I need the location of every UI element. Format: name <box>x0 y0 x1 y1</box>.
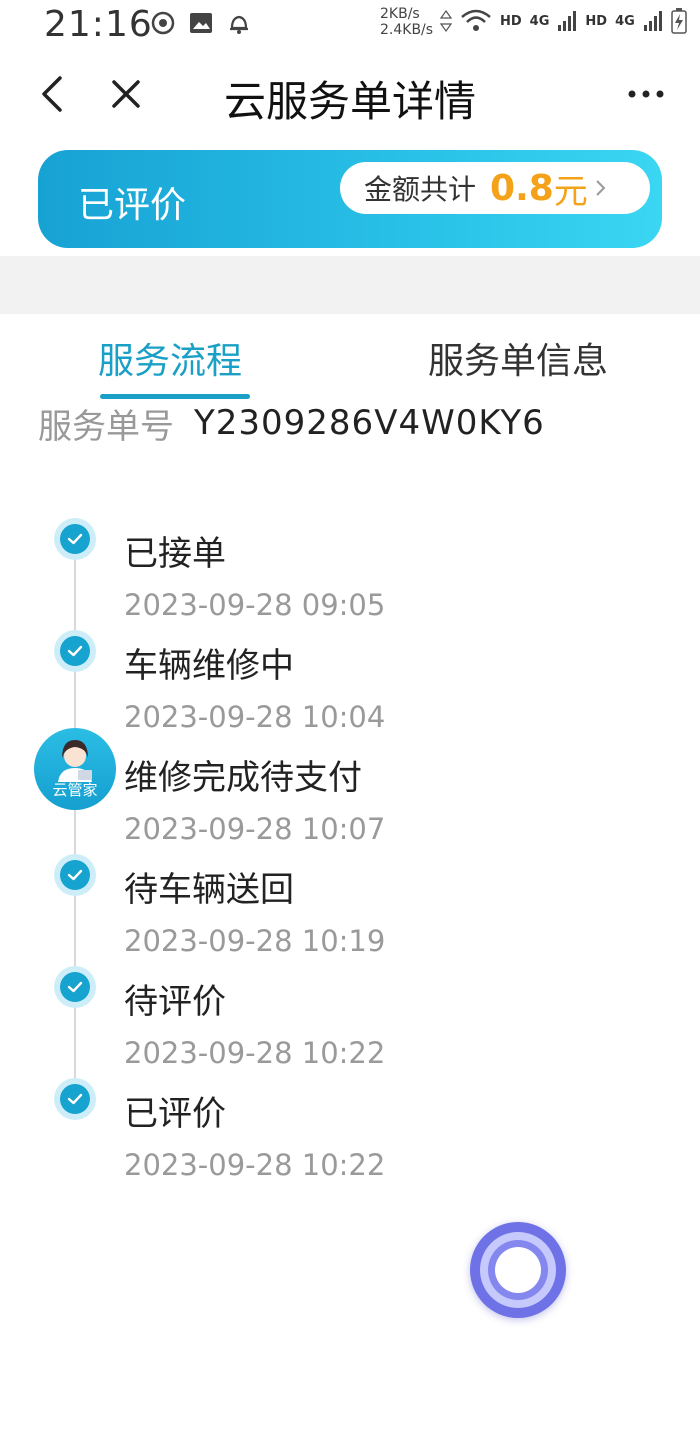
timeline-title: 待评价 <box>124 982 226 1022</box>
section-divider <box>0 256 700 314</box>
tab-bar: 服务流程 服务单信息 <box>0 322 700 402</box>
assistant-avatar: 云管家 <box>34 728 116 810</box>
page-title: 云服务单详情 <box>223 77 476 126</box>
wifi-icon <box>461 9 491 31</box>
nav-bar: 云服务单详情 <box>0 60 700 130</box>
timeline-time: 2023-09-28 10:22 <box>124 1036 386 1070</box>
status-card: 已评价 金额共计 0.8 元 <box>38 150 662 248</box>
image-icon <box>190 13 212 33</box>
status-right: HD 4G HD 4G <box>440 8 687 34</box>
timeline-title: 已评价 <box>124 1094 226 1134</box>
timeline-time: 2023-09-28 10:22 <box>124 1148 386 1182</box>
timeline-item: 待车辆送回 2023-09-28 10:19 <box>0 844 700 958</box>
amount-label: 金额共计 <box>364 173 477 206</box>
speed-down: 2.4KB/s <box>380 22 434 38</box>
amount-value: 0.8 <box>490 167 554 209</box>
floating-assistant-button[interactable] <box>470 1222 566 1318</box>
signal-icon-2 <box>643 11 662 31</box>
hd-badge-2: HD <box>585 13 608 29</box>
bell-icon <box>230 15 248 34</box>
timeline-time: 2023-09-28 10:04 <box>124 700 386 734</box>
timeline-time: 2023-09-28 10:07 <box>124 812 386 846</box>
amount-unit: 元 <box>553 171 588 212</box>
check-icon <box>54 854 96 896</box>
chevron-right-icon <box>596 180 606 196</box>
check-icon <box>54 966 96 1008</box>
timeline-title: 车辆维修中 <box>124 646 294 686</box>
avatar-label: 云管家 <box>52 781 98 799</box>
timeline-title: 待车辆送回 <box>124 870 294 910</box>
check-icon <box>54 518 96 560</box>
ring-inner <box>495 1247 541 1293</box>
more-icon[interactable] <box>626 74 666 114</box>
timeline-item: 待评价 2023-09-28 10:22 <box>0 956 700 1070</box>
timeline-time: 2023-09-28 09:05 <box>124 588 386 622</box>
network-speed: 2KB/s 2.4KB/s <box>380 6 433 38</box>
status-icons <box>150 10 252 36</box>
timeline-title: 维修完成待支付 <box>124 758 362 798</box>
status-time: 21:16 <box>44 4 153 45</box>
notification-app-icon <box>151 11 175 35</box>
order-number-label: 服务单号 <box>38 406 174 447</box>
tab-order-info[interactable]: 服务单信息 <box>428 332 608 384</box>
speed-up: 2KB/s <box>380 6 420 22</box>
timeline-item: 已评价 2023-09-28 10:22 <box>0 1068 700 1182</box>
check-icon <box>54 1078 96 1120</box>
order-status: 已评价 <box>78 185 187 226</box>
check-icon <box>54 630 96 672</box>
signal-icon <box>558 11 577 31</box>
hd-badge: HD <box>500 13 522 29</box>
order-number-value: Y2309286V4W0KY6 <box>194 403 545 443</box>
status-bar: 21:16 2KB/s 2.4KB/s HD 4G HD 4G <box>0 0 700 50</box>
timeline-title: 已接单 <box>124 534 226 574</box>
network-type: 4G <box>529 13 550 29</box>
timeline-item: 已接单 2023-09-28 09:05 <box>0 508 700 622</box>
amount-button[interactable]: 金额共计 0.8 元 <box>340 162 650 214</box>
battery-icon <box>671 8 687 34</box>
data-arrows-icon <box>440 9 452 33</box>
tab-service-process[interactable]: 服务流程 <box>98 332 242 384</box>
network-type-2: 4G <box>615 13 635 29</box>
timeline-time: 2023-09-28 10:19 <box>124 924 386 958</box>
timeline-item: 车辆维修中 2023-09-28 10:04 <box>0 620 700 734</box>
order-number-row: 服务单号 Y2309286V4W0KY6 <box>38 398 678 448</box>
